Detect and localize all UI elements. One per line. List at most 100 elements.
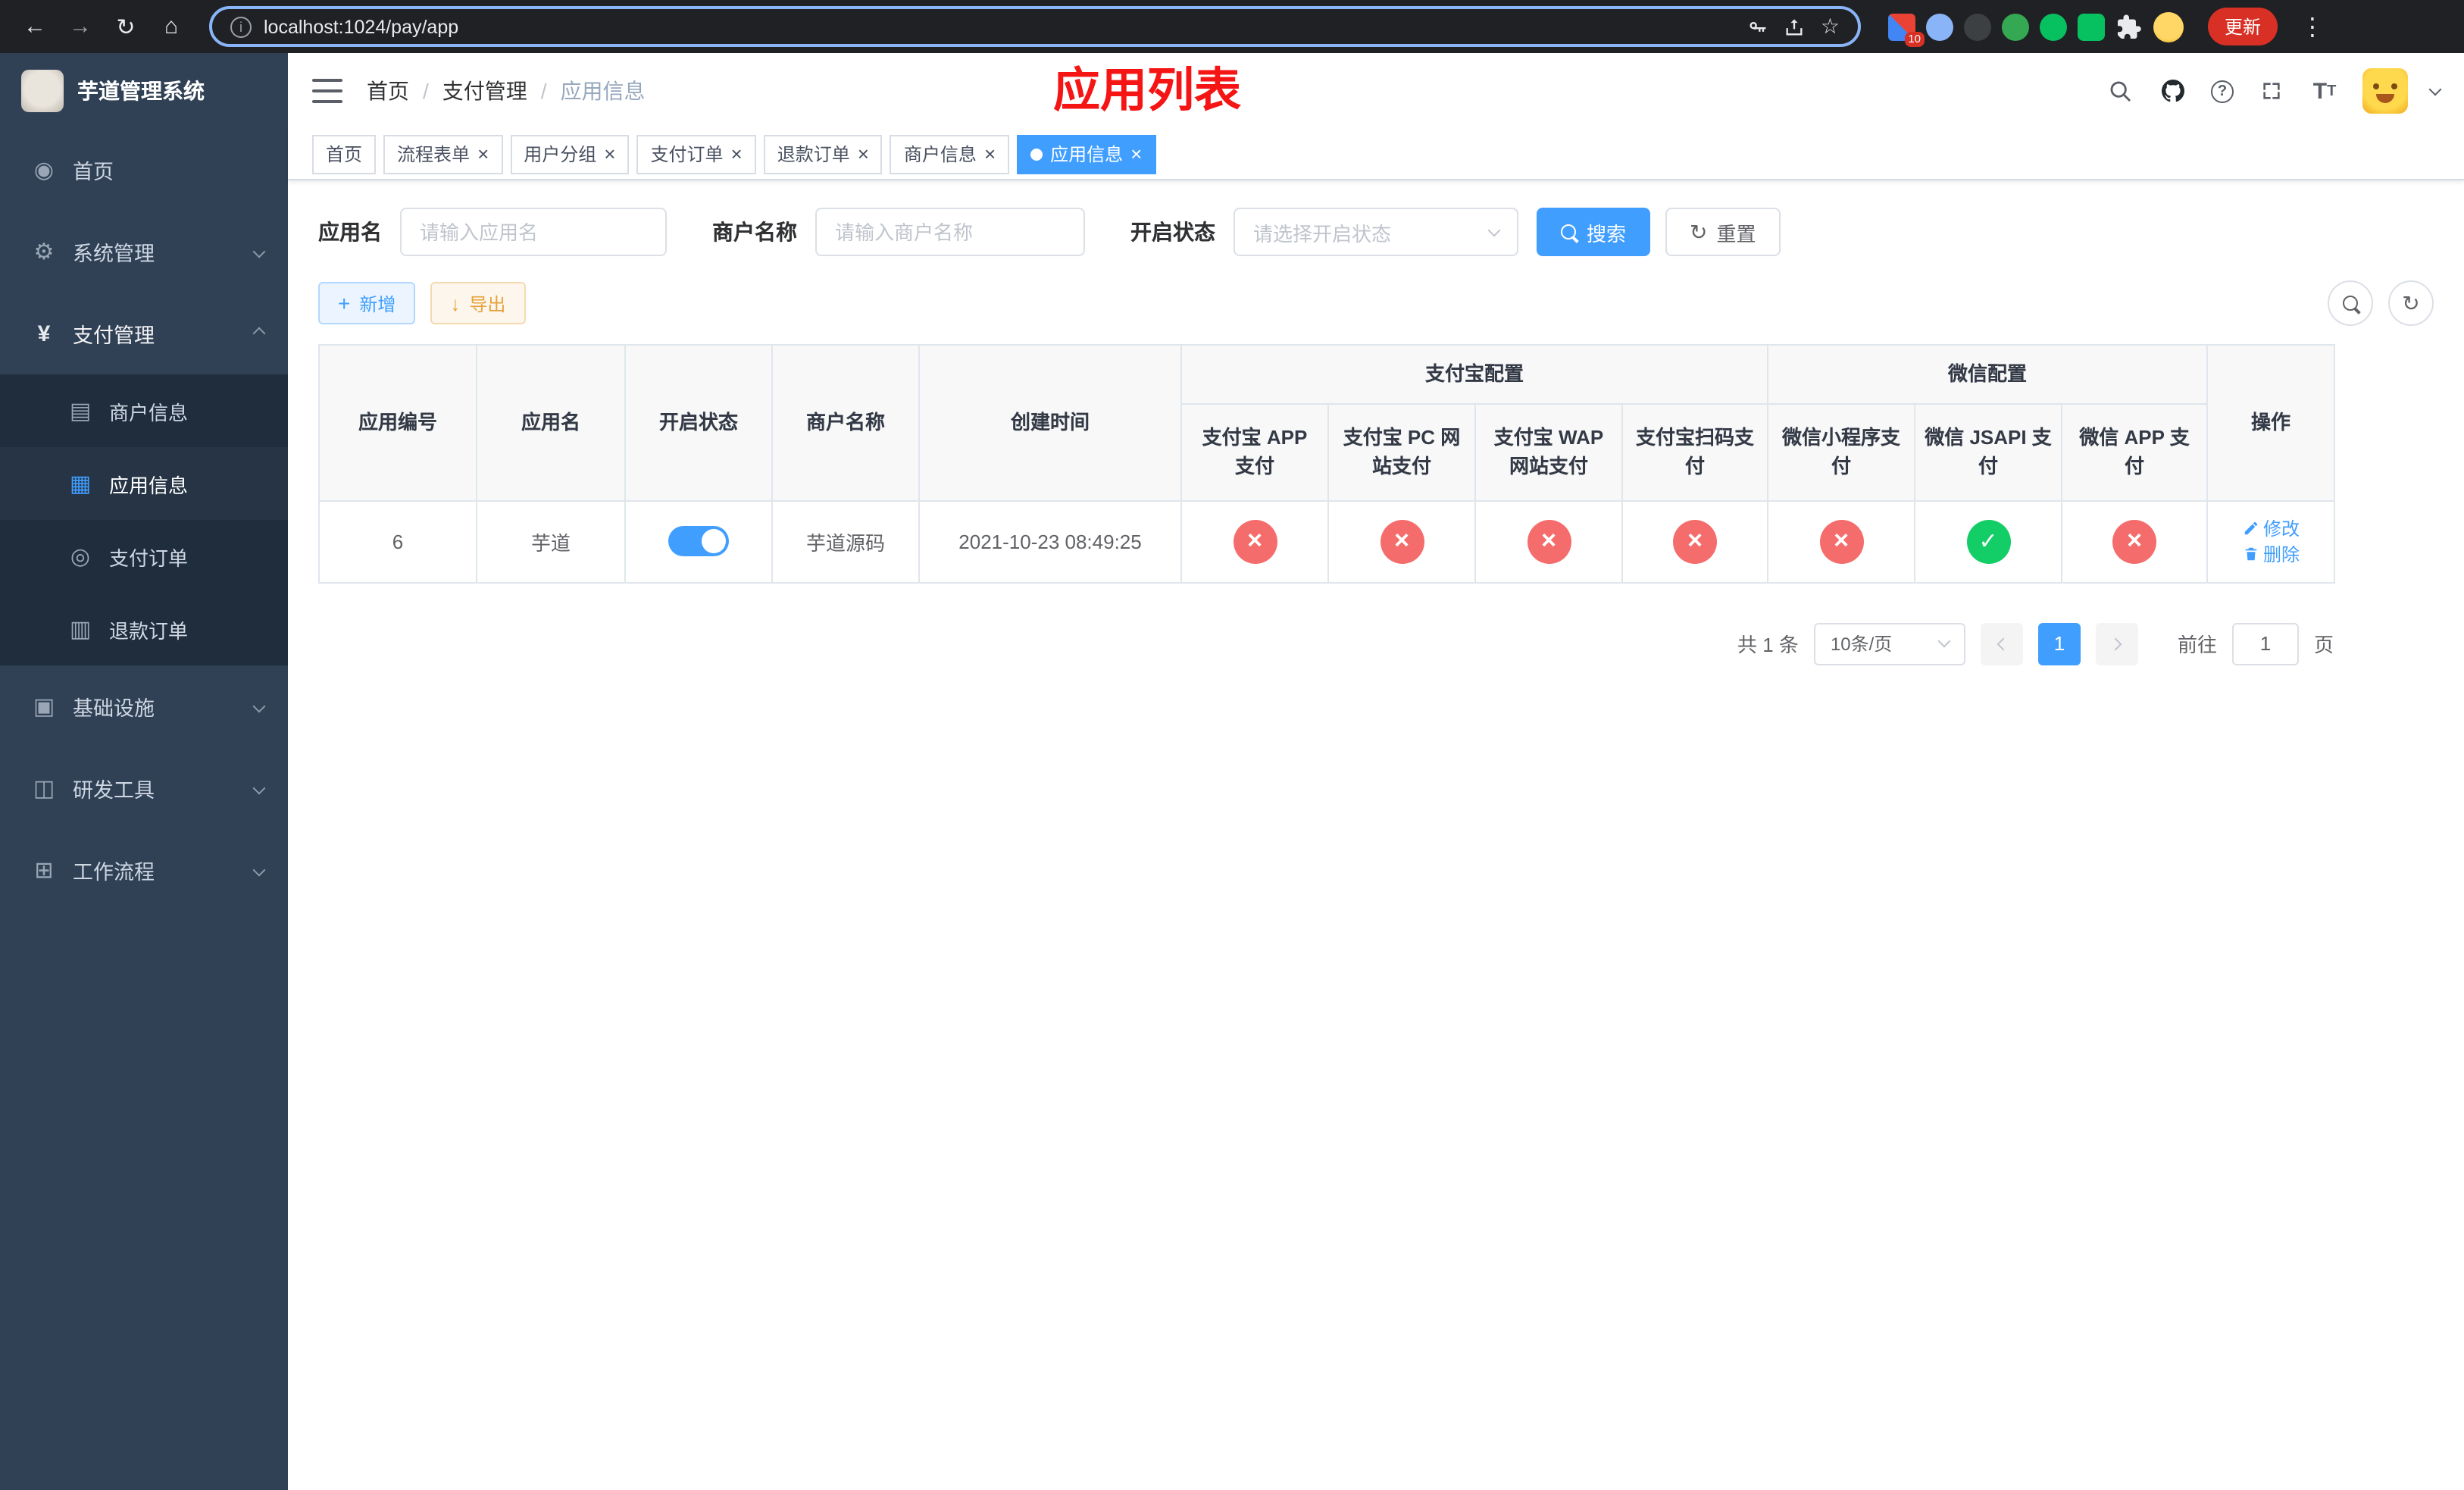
help-icon[interactable]: [2211, 80, 2234, 102]
goto-page-input[interactable]: [2231, 622, 2299, 665]
github-icon[interactable]: [2158, 76, 2188, 106]
close-icon[interactable]: ×: [477, 144, 489, 164]
status-select[interactable]: 请选择开启状态: [1234, 208, 1518, 256]
extension-grid-icon[interactable]: 10: [1888, 13, 1925, 46]
prev-page-button[interactable]: [1980, 622, 2023, 665]
url-text[interactable]: localhost:1024/pay/app: [264, 16, 458, 37]
breadcrumb-home[interactable]: 首页: [367, 76, 409, 106]
user-avatar[interactable]: [2362, 68, 2408, 114]
refresh-table-button[interactable]: [2388, 280, 2434, 326]
edit-link[interactable]: 修改: [2242, 515, 2300, 541]
merchant-name-input[interactable]: [815, 208, 1085, 256]
order-icon: [67, 543, 94, 570]
delete-link[interactable]: 删除: [2242, 541, 2300, 567]
download-icon: [450, 292, 460, 315]
extensions-puzzle-icon[interactable]: [2115, 13, 2143, 40]
update-button[interactable]: 更新: [2208, 8, 2278, 45]
sidebar-item-app-info[interactable]: 应用信息: [0, 447, 288, 520]
magnifier-icon: [1561, 224, 1578, 240]
bookmark-star-icon[interactable]: [1821, 14, 1840, 39]
share-icon[interactable]: [1784, 16, 1806, 37]
group-alipay: 支付宝配置: [1180, 344, 1769, 404]
infra-icon: [30, 693, 58, 720]
page-size-select[interactable]: 10条/页: [1813, 622, 1965, 665]
browser-toolbar: localhost:1024/pay/app 10 更新: [0, 0, 2464, 53]
extension-avatar-icon[interactable]: [2002, 13, 2029, 40]
tool-icon: [30, 775, 58, 802]
close-icon[interactable]: ×: [858, 144, 869, 164]
chevron-down-icon: [252, 245, 266, 258]
search-button[interactable]: 搜索: [1537, 208, 1651, 256]
chevron-down-icon: [1487, 223, 1501, 236]
app-name-input[interactable]: [400, 208, 667, 256]
close-icon[interactable]: ×: [1130, 144, 1142, 164]
close-icon[interactable]: ×: [984, 144, 996, 164]
browser-menu-icon[interactable]: [2293, 7, 2332, 46]
next-page-button[interactable]: [2095, 622, 2138, 665]
sidebar-item-merchant-info[interactable]: 商户信息: [0, 374, 288, 447]
app-title: 芋道管理系统: [77, 79, 205, 103]
fail-icon: [2112, 519, 2157, 563]
sidebar-item-devtools[interactable]: 研发工具: [0, 747, 288, 829]
tab-user-group[interactable]: 用户分组 ×: [510, 134, 630, 174]
breadcrumb-payment[interactable]: 支付管理: [442, 76, 527, 106]
col-alipay-wap: 支付宝 WAP 网站支付: [1474, 402, 1623, 501]
browser-profile-avatar[interactable]: [2153, 11, 2184, 42]
extension-green-icon[interactable]: [2040, 13, 2067, 40]
font-size-icon[interactable]: [2309, 76, 2340, 106]
page-annotation: 应用列表: [1053, 64, 1241, 117]
sidebar: 芋道管理系统 首页 系统管理 支付管理 商户信息: [0, 53, 288, 1490]
tab-merchant-info[interactable]: 商户信息 ×: [890, 134, 1010, 174]
back-icon[interactable]: [15, 7, 55, 46]
sidebar-item-system[interactable]: 系统管理: [0, 211, 288, 293]
extension-chat-icon[interactable]: [2078, 13, 2105, 40]
group-wechat: 微信配置: [1767, 344, 2209, 404]
fullscreen-icon[interactable]: [2256, 76, 2287, 106]
sidebar-item-pay-order[interactable]: 支付订单: [0, 520, 288, 593]
workflow-icon: [30, 856, 58, 884]
tab-app-info[interactable]: 应用信息 ×: [1017, 134, 1156, 174]
export-button[interactable]: 导出: [430, 282, 526, 324]
sidebar-logo[interactable]: 芋道管理系统: [0, 53, 288, 129]
tab-refund-order[interactable]: 退款订单 ×: [763, 134, 883, 174]
tab-home[interactable]: 首页: [312, 134, 377, 174]
cell-created: 2021-10-23 08:49:25: [918, 499, 1182, 583]
site-info-icon[interactable]: [230, 16, 252, 37]
url-bar[interactable]: localhost:1024/pay/app: [209, 6, 1861, 47]
search-icon[interactable]: [2105, 76, 2135, 106]
filter-form: 应用名 商户名称 开启状态 请选择开启状态: [318, 208, 2434, 256]
refund-icon: [67, 615, 94, 643]
page-number-button[interactable]: 1: [2037, 622, 2081, 665]
extension-drop-icon[interactable]: [1926, 13, 1953, 40]
extension-dark-icon[interactable]: [1964, 13, 1991, 40]
col-app-id: 应用编号: [318, 344, 477, 501]
key-icon[interactable]: [1748, 16, 1769, 37]
cell-app-id: 6: [318, 499, 477, 583]
sidebar-item-home[interactable]: 首页: [0, 129, 288, 211]
sidebar-item-payment[interactable]: 支付管理: [0, 293, 288, 374]
reload-icon[interactable]: [106, 7, 145, 46]
hamburger-icon[interactable]: [312, 79, 342, 103]
sidebar-item-infra[interactable]: 基础设施: [0, 665, 288, 747]
tab-pay-order[interactable]: 支付订单 ×: [636, 134, 756, 174]
col-merchant: 商户名称: [771, 344, 920, 501]
add-button[interactable]: 新增: [318, 282, 416, 324]
reset-button[interactable]: 重置: [1665, 208, 1781, 256]
tab-process-form[interactable]: 流程表单 ×: [383, 134, 503, 174]
forward-icon[interactable]: [61, 7, 100, 46]
close-icon[interactable]: ×: [604, 144, 615, 164]
home-icon[interactable]: [152, 7, 191, 46]
chevron-down-icon[interactable]: [2428, 82, 2442, 95]
fail-icon: [1673, 519, 1717, 563]
dashboard-icon: [30, 156, 58, 183]
fail-icon: [1819, 519, 1864, 563]
app-name-label: 应用名: [318, 220, 382, 244]
payment-submenu: 商户信息 应用信息 支付订单 退款订单: [0, 374, 288, 665]
close-icon[interactable]: ×: [731, 144, 743, 164]
toggle-search-button[interactable]: [2328, 280, 2373, 326]
status-toggle[interactable]: [668, 526, 729, 556]
yen-icon: [30, 321, 58, 346]
pagination: 共 1 条 10条/页 1 前往 页: [318, 622, 2334, 665]
sidebar-item-refund-order[interactable]: 退款订单: [0, 593, 288, 665]
sidebar-item-workflow[interactable]: 工作流程: [0, 829, 288, 911]
